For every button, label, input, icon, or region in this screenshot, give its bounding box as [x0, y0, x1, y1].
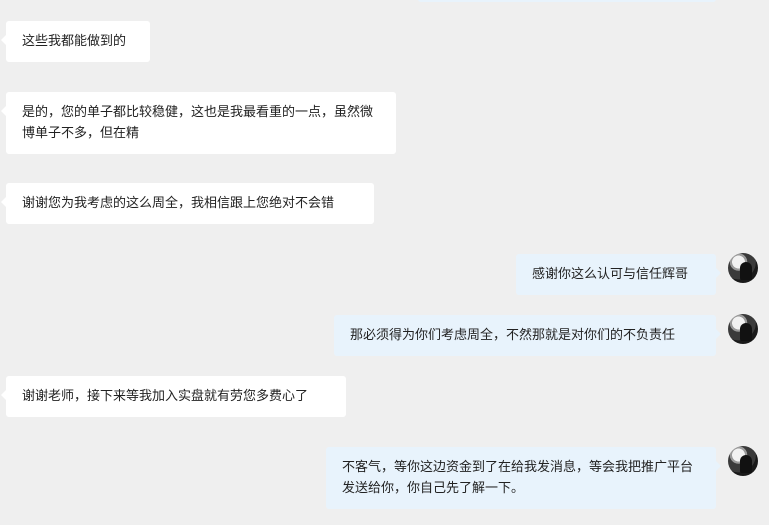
message-text: 谢谢老师，接下来等我加入实盘就有劳您多费心了 — [22, 389, 309, 404]
user-avatar[interactable] — [728, 446, 758, 476]
user-avatar[interactable] — [728, 253, 758, 283]
message-text: 谢谢您为我考虑的这么周全，我相信跟上您绝对不会错 — [22, 196, 335, 211]
message-text: 是的，您的单子都比较稳健，这也是我最看重的一点，虽然微博单子不多，但在精 — [22, 105, 374, 141]
message-bubble-outgoing: 不客气，等你这边资金到了在给我发消息，等会我把推广平台发送给你，你自己先了解一下… — [326, 447, 721, 509]
message-bubble-outgoing: 感谢你这么认可与信任辉哥 — [516, 254, 721, 295]
avatar-figure — [740, 262, 752, 280]
message-bubble-incoming: 是的，您的单子都比较稳健，这也是我最看重的一点，虽然微博单子不多，但在精 — [1, 92, 396, 154]
message-text: 这些我都能做到的 — [22, 34, 127, 49]
chat-conversation: 这些我都能做到的 是的，您的单子都比较稳健，这也是我最看重的一点，虽然微博单子不… — [0, 0, 769, 525]
message-bubble-outgoing: 那必须得为你们考虑周全，不然那就是对你们的不负责任 — [334, 315, 721, 356]
avatar-figure — [740, 455, 752, 473]
message-text: 不客气，等你这边资金到了在给我发消息，等会我把推广平台发送给你，你自己先了解一下… — [342, 460, 694, 496]
user-avatar[interactable] — [728, 314, 758, 344]
avatar-figure — [740, 323, 752, 341]
message-bubble-incoming: 谢谢您为我考虑的这么周全，我相信跟上您绝对不会错 — [1, 183, 374, 224]
message-text: 那必须得为你们考虑周全，不然那就是对你们的不负责任 — [350, 328, 676, 343]
message-text: 感谢你这么认可与信任辉哥 — [532, 267, 689, 282]
message-bubble-incoming: 谢谢老师，接下来等我加入实盘就有劳您多费心了 — [1, 376, 346, 417]
previous-message-bubble — [418, 0, 716, 2]
message-bubble-incoming: 这些我都能做到的 — [1, 21, 150, 62]
